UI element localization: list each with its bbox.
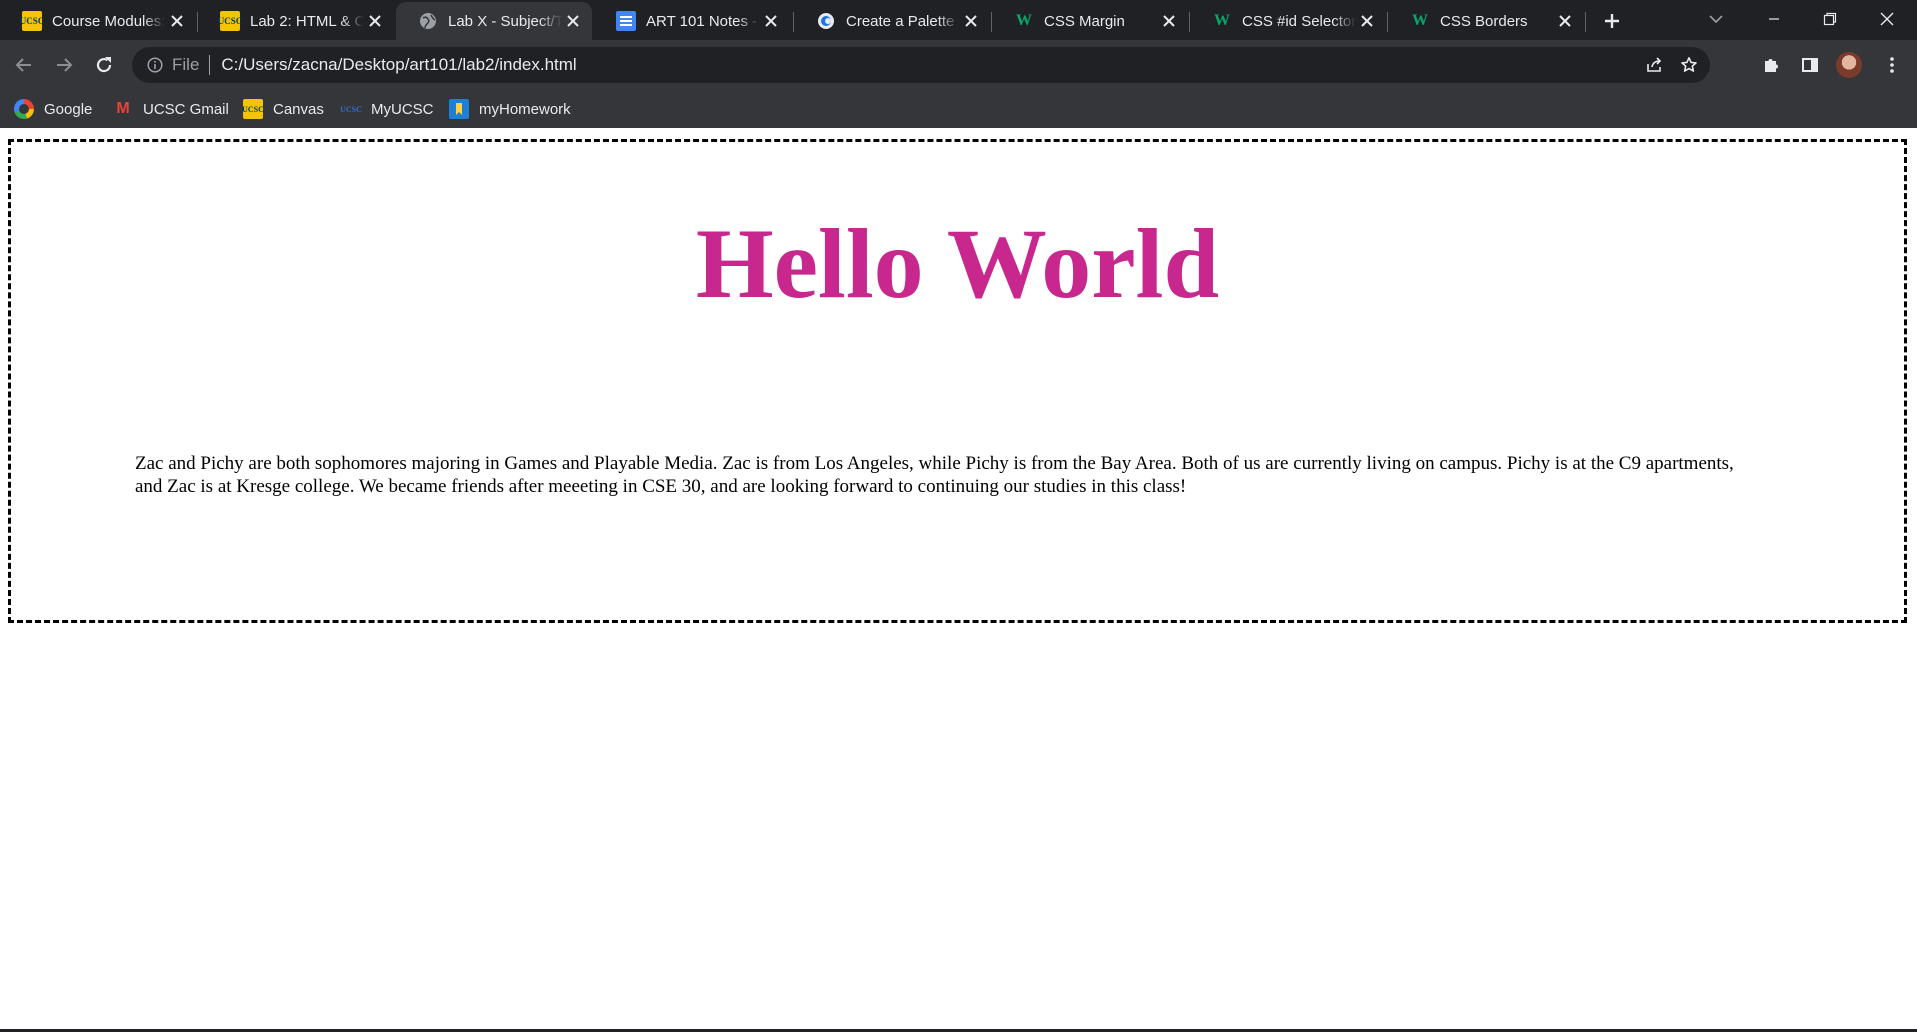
page-heading: Hello World xyxy=(695,208,1220,319)
tab-title: Course Modules: xyxy=(52,12,166,30)
browser-chrome: UCSC Course Modules: UCSC Lab 2: HTML & … xyxy=(0,0,1917,128)
tab-title: CSS Borders xyxy=(1440,12,1528,30)
arrow-right-icon xyxy=(57,58,73,72)
bookmark-star-icon[interactable] xyxy=(1672,47,1706,83)
dashed-border-container: Hello World Zac and Pichy are both sopho… xyxy=(8,139,1907,623)
ucsc-favicon: UCSC xyxy=(218,11,242,31)
bookmark-label: myHomework xyxy=(479,100,571,118)
tab-title: Lab X - Subject/T xyxy=(448,12,562,30)
w3schools-icon: W xyxy=(1412,12,1428,29)
tab-separator xyxy=(1585,12,1586,32)
address-bar[interactable]: File C:/Users/zacna/Desktop/art101/lab2/… xyxy=(132,47,1710,83)
reload-button[interactable] xyxy=(87,48,121,82)
close-icon xyxy=(1880,12,1894,26)
globe-icon xyxy=(418,11,438,31)
tab-title: Create a Palette - xyxy=(846,12,960,30)
tab-create-palette[interactable]: Create a Palette - xyxy=(794,2,990,40)
gmail-icon: M xyxy=(116,100,130,117)
more-vert-icon xyxy=(1890,57,1894,73)
new-tab-button[interactable] xyxy=(1597,6,1627,36)
tab-search-button[interactable] xyxy=(1693,0,1739,38)
tab-course-modules[interactable]: UCSC Course Modules: xyxy=(0,2,196,40)
arrow-left-icon xyxy=(15,58,31,72)
minimize-icon xyxy=(1769,18,1779,20)
bio-paragraph: Zac and Pichy are both sophomores majori… xyxy=(135,453,1734,497)
google-docs-icon xyxy=(616,11,636,31)
close-icon[interactable] xyxy=(1554,10,1576,32)
back-button[interactable] xyxy=(7,48,41,82)
ucsc-favicon: UCSC xyxy=(20,11,44,31)
tab-title: Lab 2: HTML & CS xyxy=(250,12,364,30)
close-icon[interactable] xyxy=(1158,10,1180,32)
ucsc-favicon: UCSC xyxy=(242,99,264,119)
menu-button[interactable] xyxy=(1875,48,1909,82)
tab-lab2-html[interactable]: UCSC Lab 2: HTML & CS xyxy=(198,2,394,40)
tab-css-borders[interactable]: W CSS Borders xyxy=(1388,2,1584,40)
tab-css-id-selector[interactable]: W CSS #id Selector xyxy=(1190,2,1386,40)
bookmark-label: Canvas xyxy=(273,100,324,118)
close-icon[interactable] xyxy=(166,10,188,32)
google-icon xyxy=(14,99,34,119)
close-icon[interactable] xyxy=(364,10,386,32)
close-icon[interactable] xyxy=(960,10,982,32)
navigation-toolbar: File C:/Users/zacna/Desktop/art101/lab2/… xyxy=(0,40,1917,90)
close-icon[interactable] xyxy=(760,10,782,32)
side-panel-icon xyxy=(1802,58,1818,72)
w3schools-icon: W xyxy=(1016,12,1032,29)
tab-strip: UCSC Course Modules: UCSC Lab 2: HTML & … xyxy=(0,0,1917,40)
bookmark-myhomework[interactable]: myHomework xyxy=(449,96,571,122)
bookmark-label: Google xyxy=(44,100,93,118)
scheme-label: File xyxy=(172,55,200,74)
reload-icon xyxy=(96,57,112,73)
coolors-icon xyxy=(816,11,836,31)
url-text[interactable]: C:/Users/zacna/Desktop/art101/lab2/index… xyxy=(221,55,576,75)
tab-title: CSS #id Selector xyxy=(1242,12,1356,30)
tab-title: ART 101 Notes - G xyxy=(646,12,760,30)
share-icon[interactable] xyxy=(1637,47,1671,83)
myucsc-icon: UCSC xyxy=(340,104,362,114)
plus-icon xyxy=(1605,14,1619,28)
bookmark-label: MyUCSC xyxy=(371,100,434,118)
chevron-down-icon xyxy=(1709,15,1723,24)
close-window-button[interactable] xyxy=(1864,0,1910,38)
bookmarks-bar: Google M UCSC Gmail UCSC Canvas UCSC MyU… xyxy=(0,90,1917,128)
bookmark-myucsc[interactable]: UCSC MyUCSC xyxy=(340,96,434,122)
tab-lab-x-active[interactable]: Lab X - Subject/T xyxy=(396,2,592,40)
info-icon[interactable] xyxy=(146,56,164,74)
puzzle-icon xyxy=(1765,59,1778,72)
bookmark-ucsc-gmail[interactable]: M UCSC Gmail xyxy=(113,96,229,122)
restore-icon xyxy=(1823,12,1837,26)
avatar[interactable] xyxy=(1836,52,1862,78)
close-icon[interactable] xyxy=(562,10,584,32)
divider xyxy=(209,55,211,75)
extensions-button[interactable] xyxy=(1754,48,1788,82)
bookmark-canvas[interactable]: UCSC Canvas xyxy=(242,96,324,122)
tab-title: CSS Margin xyxy=(1044,12,1125,30)
w3schools-icon: W xyxy=(1214,12,1230,29)
restore-button[interactable] xyxy=(1807,0,1853,38)
myhomework-icon xyxy=(449,99,469,119)
minimize-button[interactable] xyxy=(1751,0,1797,38)
close-icon[interactable] xyxy=(1356,10,1378,32)
tab-css-margin[interactable]: W CSS Margin xyxy=(992,2,1188,40)
tab-art101-notes[interactable]: ART 101 Notes - G xyxy=(594,2,790,40)
page-viewport: Hello World Zac and Pichy are both sopho… xyxy=(0,128,1917,1028)
forward-button[interactable] xyxy=(47,48,81,82)
bookmark-google[interactable]: Google xyxy=(14,96,92,122)
bookmark-label: UCSC Gmail xyxy=(143,100,229,118)
side-panel-button[interactable] xyxy=(1793,48,1827,82)
